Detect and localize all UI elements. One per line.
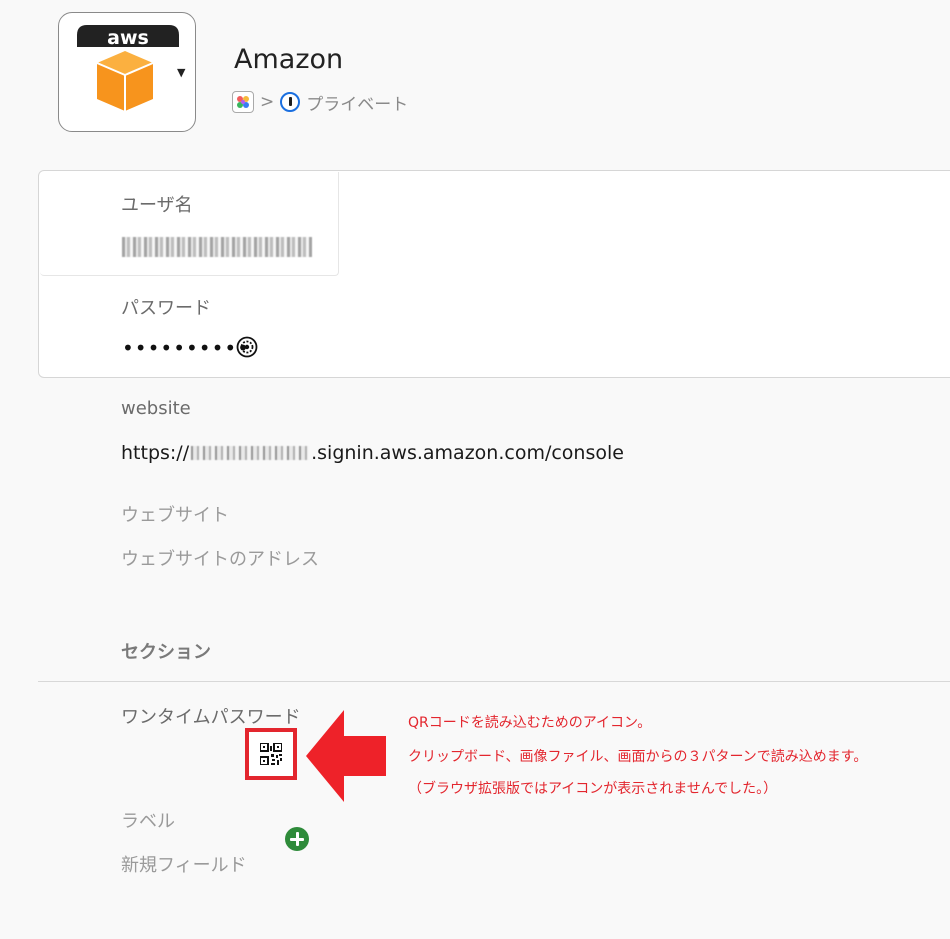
password-label: パスワード xyxy=(121,298,211,319)
qr-highlight-box xyxy=(245,728,297,780)
breadcrumb-separator: > xyxy=(260,92,275,112)
aws-logo-icon: aws xyxy=(77,25,179,111)
aws-logo-text: aws xyxy=(107,27,149,49)
item-icon[interactable]: aws xyxy=(58,12,196,132)
password-value[interactable]: •••••••••• xyxy=(122,336,250,360)
annotation-line-1: QRコードを読み込むためのアイコン。 xyxy=(408,715,652,731)
website-url-redacted xyxy=(191,446,310,460)
new-website-address-placeholder[interactable]: ウェブサイトのアドレス xyxy=(121,545,319,571)
section-title[interactable]: セクション xyxy=(121,638,211,664)
username-field-highlight xyxy=(40,172,339,276)
website-url[interactable]: https:// .signin.aws.amazon.com/console xyxy=(121,440,624,466)
item-title: Amazon xyxy=(234,44,344,75)
vault-name[interactable]: プライベート xyxy=(306,90,408,115)
new-label-placeholder[interactable]: ラベル xyxy=(121,807,175,833)
website-url-suffix: .signin.aws.amazon.com/console xyxy=(311,442,624,464)
qr-code-scan-icon[interactable] xyxy=(260,743,282,765)
new-field-placeholder[interactable]: 新規フィールド xyxy=(121,851,247,877)
username-label: ユーザ名 xyxy=(121,195,193,216)
section-divider xyxy=(38,681,950,682)
annotation-line-3: （ブラウザ拡張版ではアイコンが表示されませんでした。） xyxy=(408,781,778,797)
annotation-line-2: クリップボード、画像ファイル、画面からの３パターンで読み込めます。 xyxy=(408,749,868,765)
username-value-redacted[interactable] xyxy=(122,237,312,257)
website-label: website xyxy=(121,398,191,419)
add-field-plus-icon[interactable] xyxy=(285,827,309,851)
new-website-label-placeholder[interactable]: ウェブサイト xyxy=(121,501,229,527)
annotation-arrow-icon xyxy=(306,710,386,802)
icon-dropdown-caret-icon[interactable]: ▼ xyxy=(177,66,185,79)
reveal-password-icon[interactable] xyxy=(236,336,258,358)
onepassword-vault-icon xyxy=(280,92,301,112)
vault-all-icon[interactable] xyxy=(232,91,254,113)
breadcrumb: > プライベート xyxy=(232,90,408,115)
website-url-prefix: https:// xyxy=(121,442,190,464)
otp-label[interactable]: ワンタイムパスワード xyxy=(121,703,301,729)
